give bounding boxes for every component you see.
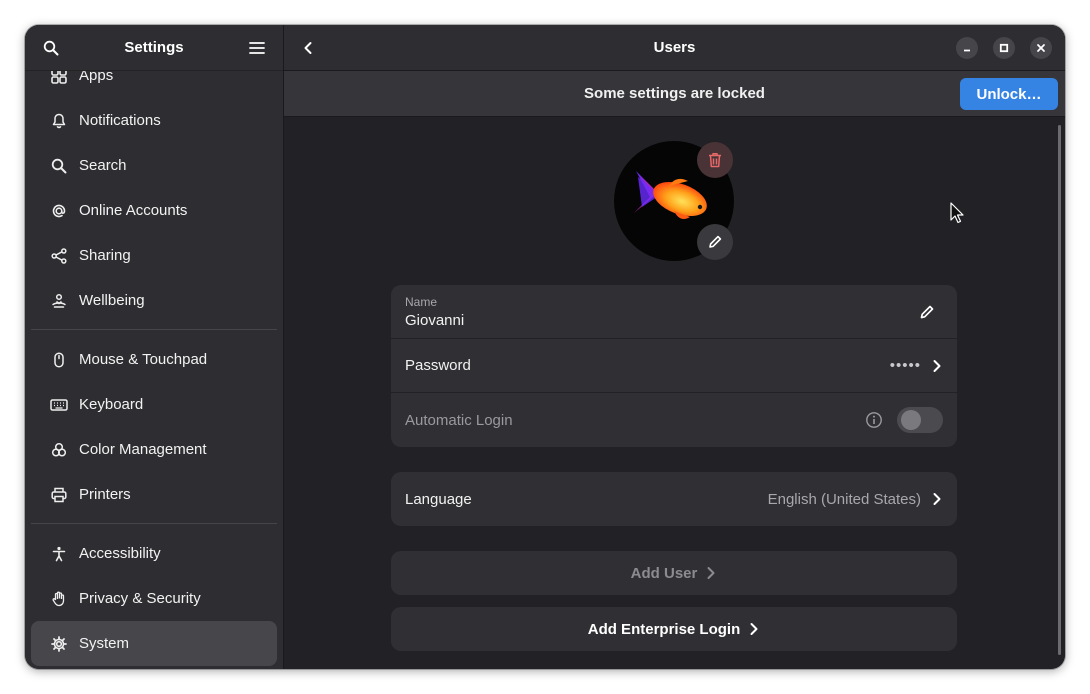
sidebar-item-label: Keyboard: [79, 396, 144, 413]
printer-icon: [49, 485, 69, 505]
delete-avatar-button[interactable]: [697, 142, 733, 178]
sidebar-item-notifications[interactable]: Notifications: [31, 98, 277, 143]
chevron-right-icon: [933, 359, 941, 372]
sidebar-header: Settings: [25, 25, 283, 71]
automatic-login-label: Automatic Login: [405, 411, 513, 429]
trash-icon: [709, 153, 721, 168]
account-details-card: Name Giovanni Password ••••• Automatic L…: [391, 285, 957, 447]
name-label: Name: [405, 294, 438, 309]
sidebar-item-online-accounts[interactable]: Online Accounts: [31, 188, 277, 233]
chevron-right-icon: [750, 623, 758, 635]
sidebar-item-search[interactable]: Search: [31, 143, 277, 188]
chevron-right-icon: [707, 567, 715, 579]
page-title: Users: [653, 39, 696, 56]
name-row[interactable]: Name Giovanni: [391, 285, 957, 339]
sidebar-list: Apps Notifications Search Online Account…: [25, 53, 283, 666]
sidebar-item-mouse-touchpad[interactable]: Mouse & Touchpad: [31, 337, 277, 382]
sidebar-item-label: Sharing: [79, 247, 131, 264]
maximize-icon: [999, 43, 1009, 53]
header-bar: Users: [284, 25, 1065, 71]
info-icon[interactable]: [865, 411, 883, 429]
gear-icon: [49, 634, 69, 654]
name-value: Giovanni: [405, 311, 465, 329]
hand-icon: [49, 589, 69, 609]
search-icon: [49, 156, 69, 176]
minimize-icon: [964, 49, 970, 52]
password-value: •••••: [889, 357, 921, 374]
password-right: •••••: [890, 357, 943, 374]
mouse-icon: [49, 350, 69, 370]
scrollbar[interactable]: [1058, 125, 1061, 655]
color-icon: [49, 440, 69, 460]
add-user-button[interactable]: Add User: [391, 551, 957, 595]
sidebar-title: Settings: [124, 39, 184, 56]
sidebar-item-label: Color Management: [79, 441, 207, 458]
automatic-login-row: Automatic Login: [391, 393, 957, 447]
hamburger-menu-icon[interactable]: [245, 36, 269, 60]
sidebar-item-system[interactable]: System: [31, 621, 277, 666]
search-icon[interactable]: [39, 36, 63, 60]
add-enterprise-login-label: Add Enterprise Login: [587, 620, 741, 638]
maximize-button[interactable]: [993, 37, 1015, 59]
sidebar-item-label: Mouse & Touchpad: [79, 351, 208, 368]
minimize-button[interactable]: [956, 37, 978, 59]
banner-text: Some settings are locked: [584, 85, 765, 102]
language-row[interactable]: Language English (United States): [391, 472, 957, 526]
sidebar-item-label: Printers: [79, 486, 131, 503]
edit-name-button[interactable]: [919, 304, 935, 325]
pencil-icon: [709, 235, 722, 248]
language-right: English (United States): [768, 491, 943, 508]
sidebar-item-label: Notifications: [79, 112, 161, 129]
unlock-button[interactable]: Unlock…: [960, 78, 1058, 110]
automatic-login-toggle[interactable]: [897, 407, 943, 433]
mouse-cursor-icon: [950, 202, 964, 224]
sidebar-item-privacy-security[interactable]: Privacy & Security: [31, 576, 277, 621]
share-icon: [49, 246, 69, 266]
close-button[interactable]: [1030, 37, 1052, 59]
wellbeing-icon: [49, 291, 69, 311]
sidebar-separator: [31, 329, 277, 330]
sidebar-item-sharing[interactable]: Sharing: [31, 233, 277, 278]
automatic-login-right: [865, 407, 943, 433]
sidebar-item-label: Privacy & Security: [79, 590, 201, 607]
sidebar-item-label: Online Accounts: [79, 202, 188, 219]
sidebar-item-wellbeing[interactable]: Wellbeing: [31, 278, 277, 323]
at-icon: [49, 201, 69, 221]
language-label: Language: [405, 490, 472, 508]
bell-icon: [49, 111, 69, 131]
toggle-knob: [901, 410, 921, 430]
language-card: Language English (United States): [391, 472, 957, 526]
close-icon: [1037, 44, 1045, 52]
sidebar-item-printers[interactable]: Printers: [31, 472, 277, 517]
add-enterprise-login-button[interactable]: Add Enterprise Login: [391, 607, 957, 651]
accessibility-icon: [49, 544, 69, 564]
sidebar: Apps Notifications Search Online Account…: [25, 25, 284, 669]
sidebar-item-label: Accessibility: [79, 545, 161, 562]
language-value: English (United States): [767, 490, 921, 508]
avatar: [614, 141, 734, 261]
main-panel: Users Some settings are locked Unlock… N…: [284, 25, 1065, 669]
sidebar-item-keyboard[interactable]: Keyboard: [31, 382, 277, 427]
locked-banner: Some settings are locked Unlock…: [284, 71, 1065, 117]
password-row[interactable]: Password •••••: [391, 339, 957, 393]
add-user-label: Add User: [630, 564, 698, 582]
password-label: Password: [405, 357, 471, 374]
pencil-icon: [920, 305, 934, 319]
sidebar-item-label: System: [79, 635, 130, 652]
edit-avatar-button[interactable]: [697, 224, 733, 260]
sidebar-item-color-management[interactable]: Color Management: [31, 427, 277, 472]
sidebar-item-label: Wellbeing: [79, 292, 145, 309]
settings-window: Apps Notifications Search Online Account…: [25, 25, 1065, 669]
sidebar-separator: [31, 523, 277, 524]
sidebar-item-label: Search: [79, 157, 127, 174]
chevron-right-icon: [933, 493, 941, 505]
keyboard-icon: [49, 395, 69, 415]
sidebar-item-accessibility[interactable]: Accessibility: [31, 531, 277, 576]
